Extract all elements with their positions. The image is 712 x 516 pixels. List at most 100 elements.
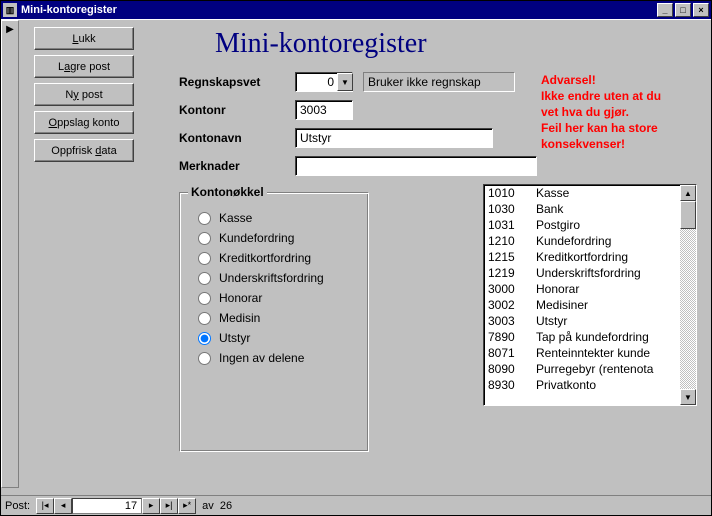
radio-label: Kundefordring <box>219 231 294 245</box>
radio-input[interactable] <box>198 332 211 345</box>
list-item-navn: Kasse <box>536 186 680 200</box>
radio-label: Honorar <box>219 291 262 305</box>
nav-current-record[interactable]: 17 <box>72 498 142 514</box>
titlebar: ▥ Mini-kontoregister _ □ × <box>1 1 711 19</box>
list-item[interactable]: 3002Medisiner <box>484 297 680 313</box>
form-icon: ▥ <box>3 3 17 17</box>
nav-next-button[interactable]: ▸ <box>142 498 160 514</box>
list-item[interactable]: 3000Honorar <box>484 281 680 297</box>
warning-line: vet hva du gjør. <box>541 104 661 120</box>
list-item-navn: Purregebyr (rentenota <box>536 362 680 376</box>
radio-label: Medisin <box>219 311 260 325</box>
list-item-nr: 1219 <box>488 266 536 280</box>
list-item-nr: 3003 <box>488 314 536 328</box>
konto-listbox[interactable]: 1010Kasse1030Bank1031Postgiro1210Kundefo… <box>483 184 697 406</box>
lagre-post-button[interactable]: Lagre post <box>34 55 134 78</box>
radio-label: Utstyr <box>219 331 250 345</box>
list-item-nr: 3000 <box>488 282 536 296</box>
list-item-nr: 8930 <box>488 378 536 392</box>
regnskapsvet-dropdown-button[interactable]: ▼ <box>337 73 353 91</box>
kontonr-input[interactable]: 3003 <box>295 100 353 120</box>
list-item-nr: 7890 <box>488 330 536 344</box>
list-item-navn: Honorar <box>536 282 680 296</box>
list-item-navn: Renteinntekter kunde <box>536 346 680 360</box>
radio-medisin[interactable]: Medisin <box>198 311 368 325</box>
nav-prev-button[interactable]: ◂ <box>54 498 72 514</box>
list-item[interactable]: 8930Privatkonto <box>484 377 680 393</box>
kontonavn-input[interactable]: Utstyr <box>295 128 493 148</box>
warning-line: Advarsel! <box>541 72 661 88</box>
oppfrisk-data-button[interactable]: Oppfrisk data <box>34 139 134 162</box>
radio-kreditkortfordring[interactable]: Kreditkortfordring <box>198 251 368 265</box>
label-kontonavn: Kontonavn <box>179 131 242 145</box>
list-item-nr: 8090 <box>488 362 536 376</box>
maximize-button[interactable]: □ <box>675 3 691 17</box>
radio-utstyr[interactable]: Utstyr <box>198 331 368 345</box>
list-item[interactable]: 1031Postgiro <box>484 217 680 233</box>
kontonokkel-frame-title: Kontonøkkel <box>188 185 267 199</box>
list-item[interactable]: 1219Underskriftsfordring <box>484 265 680 281</box>
list-item-navn: Kreditkortfordring <box>536 250 680 264</box>
lukk-button[interactable]: Lukk <box>34 27 134 50</box>
radio-label: Kreditkortfordring <box>219 251 311 265</box>
list-item-nr: 1030 <box>488 202 536 216</box>
page-title: Mini-kontoregister <box>215 28 427 60</box>
radio-label: Kasse <box>219 211 252 225</box>
radio-honorar[interactable]: Honorar <box>198 291 368 305</box>
nav-total: 26 <box>220 500 232 512</box>
radio-input[interactable] <box>198 292 211 305</box>
nav-last-button[interactable]: ▸| <box>160 498 178 514</box>
radio-input[interactable] <box>198 272 211 285</box>
list-item[interactable]: 8071Renteinntekter kunde <box>484 345 680 361</box>
list-item-navn: Kundefordring <box>536 234 680 248</box>
radio-ingen-av-delene[interactable]: Ingen av delene <box>198 351 368 365</box>
regnskapsvet-description: Bruker ikke regnskap <box>363 72 515 92</box>
list-item[interactable]: 1030Bank <box>484 201 680 217</box>
label-regnskapsvet: Regnskapsvet <box>179 75 260 89</box>
nav-first-button[interactable]: |◂ <box>36 498 54 514</box>
radio-input[interactable] <box>198 212 211 225</box>
warning-line: konsekvenser! <box>541 136 661 152</box>
list-item[interactable]: 1215Kreditkortfordring <box>484 249 680 265</box>
list-item[interactable]: 7890Tap på kundefordring <box>484 329 680 345</box>
radio-kasse[interactable]: Kasse <box>198 211 368 225</box>
nav-of-label: av <box>202 500 214 512</box>
radio-kundefordring[interactable]: Kundefordring <box>198 231 368 245</box>
list-item-nr: 3002 <box>488 298 536 312</box>
list-item-nr: 1010 <box>488 186 536 200</box>
list-item[interactable]: 3003Utstyr <box>484 313 680 329</box>
list-item-nr: 1031 <box>488 218 536 232</box>
warning-line: Feil her kan ha store <box>541 120 661 136</box>
warning-text: Advarsel! Ikke endre uten at du vet hva … <box>541 72 661 152</box>
radio-input[interactable] <box>198 312 211 325</box>
oppslag-konto-button[interactable]: Oppslag konto <box>34 111 134 134</box>
list-item-navn: Tap på kundefordring <box>536 330 680 344</box>
list-item[interactable]: 1010Kasse <box>484 185 680 201</box>
minimize-button[interactable]: _ <box>657 3 673 17</box>
list-item-nr: 8071 <box>488 346 536 360</box>
nav-new-button[interactable]: ▸* <box>178 498 196 514</box>
client-area: ▶ Lukk Lagre post Ny post Oppslag konto … <box>1 19 711 515</box>
close-button[interactable]: × <box>693 3 709 17</box>
radio-input[interactable] <box>198 252 211 265</box>
scroll-up-button[interactable]: ▲ <box>680 185 696 201</box>
record-selector[interactable]: ▶ <box>1 20 19 488</box>
list-item-navn: Postgiro <box>536 218 680 232</box>
kontonokkel-frame: Kontonøkkel KasseKundefordringKreditkort… <box>179 192 369 452</box>
nav-label: Post: <box>5 500 30 512</box>
merknader-input[interactable] <box>295 156 537 176</box>
scroll-down-button[interactable]: ▼ <box>680 389 696 405</box>
warning-line: Ikke endre uten at du <box>541 88 661 104</box>
radio-underskriftsfordring[interactable]: Underskriftsfordring <box>198 271 368 285</box>
list-item-nr: 1215 <box>488 250 536 264</box>
list-item[interactable]: 8090Purregebyr (rentenota <box>484 361 680 377</box>
list-item-navn: Privatkonto <box>536 378 680 392</box>
radio-input[interactable] <box>198 232 211 245</box>
radio-input[interactable] <box>198 352 211 365</box>
ny-post-button[interactable]: Ny post <box>34 83 134 106</box>
list-item[interactable]: 1210Kundefordring <box>484 233 680 249</box>
scrollbar[interactable]: ▲ ▼ <box>680 185 696 405</box>
scroll-track[interactable] <box>680 201 696 389</box>
scroll-thumb[interactable] <box>680 201 696 229</box>
window-title: Mini-kontoregister <box>21 4 655 16</box>
